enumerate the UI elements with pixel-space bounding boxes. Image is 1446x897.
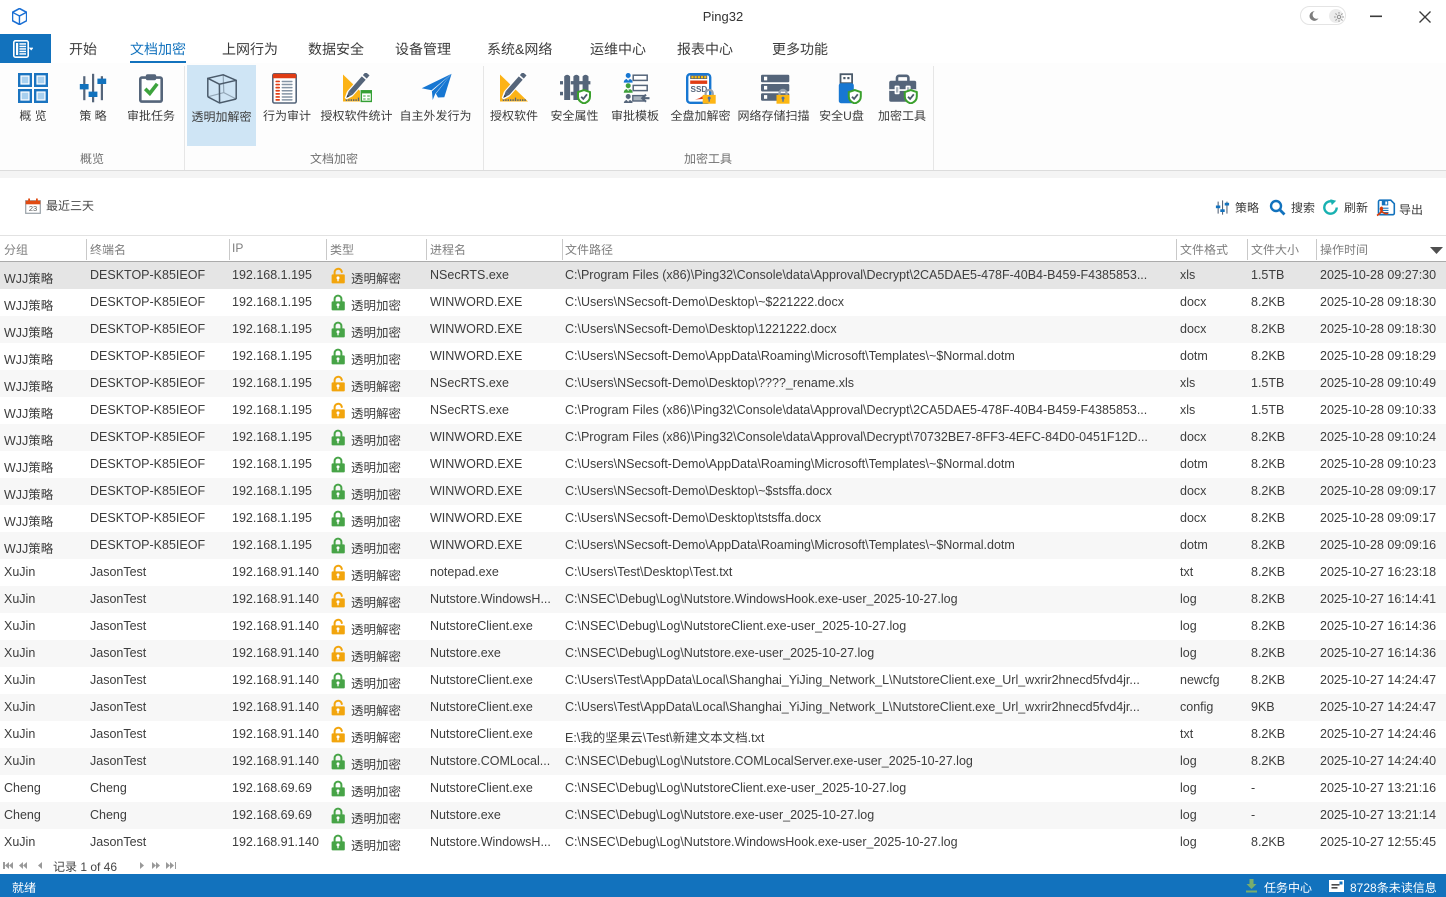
svg-text:23: 23	[29, 204, 37, 213]
